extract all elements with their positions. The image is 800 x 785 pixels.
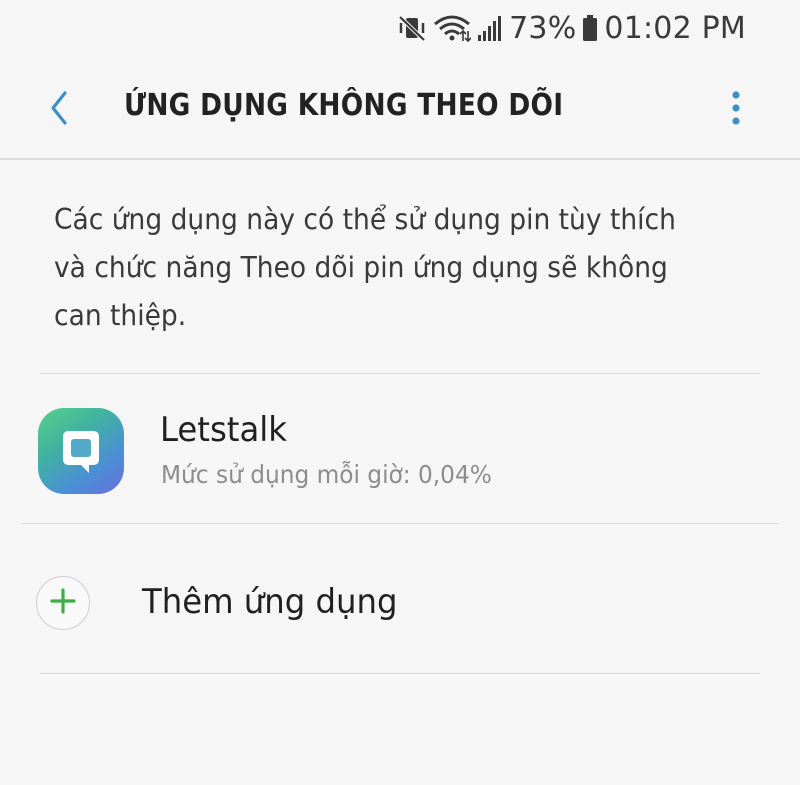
add-circle (36, 576, 90, 630)
letstalk-app-icon (38, 408, 124, 494)
status-bar: 73% 01:02 PM (0, 0, 800, 56)
signal-icon (477, 13, 503, 43)
app-usage: Mức sử dụng mỗi giờ: 0,04% (161, 460, 492, 489)
battery-percent: 73% (509, 10, 577, 46)
add-app-button[interactable]: Thêm ứng dụng (0, 524, 800, 674)
page-title: ỨNG DỤNG KHÔNG THEO DÕI (124, 88, 564, 123)
plus-icon (49, 587, 77, 620)
chevron-left-icon (45, 88, 75, 133)
divider (40, 673, 760, 674)
vibrate-icon (397, 13, 427, 43)
battery-icon (582, 13, 598, 43)
back-button[interactable] (30, 80, 90, 140)
status-icons: 73% 01:02 PM (397, 8, 746, 48)
header-divider (0, 158, 800, 160)
app-list-item[interactable]: Letstalk Mức sử dụng mỗi giờ: 0,04% (0, 374, 800, 524)
add-app-label: Thêm ứng dụng (142, 582, 398, 622)
description-text: Các ứng dụng này có thể sử dụng pin tùy … (54, 203, 676, 332)
more-options-button[interactable] (716, 80, 756, 140)
app-bar: ỨNG DỤNG KHÔNG THEO DÕI (0, 56, 800, 158)
clock: 01:02 PM (604, 10, 746, 46)
app-name: Letstalk (160, 410, 287, 450)
wifi-icon (433, 13, 472, 43)
more-vertical-icon (730, 88, 742, 133)
